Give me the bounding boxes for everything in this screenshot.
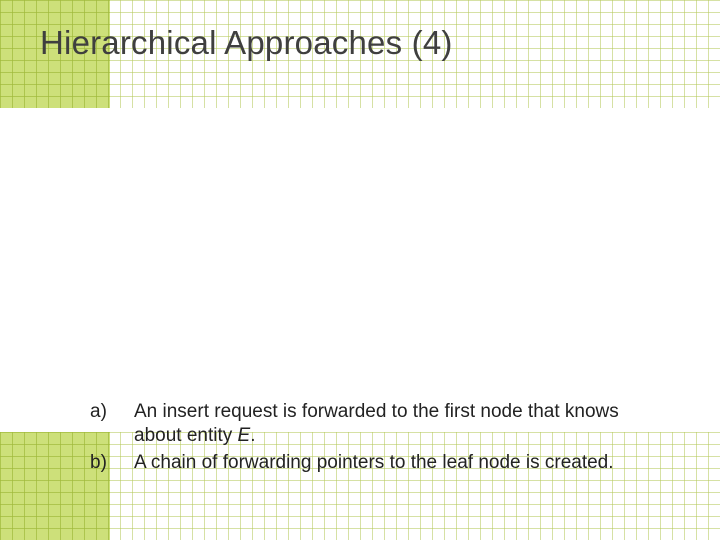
list-marker-b: b) [90, 451, 134, 475]
list-text-b-before: A chain of forwarding pointers to the le… [134, 452, 614, 473]
page-title: Hierarchical Approaches (4) [40, 24, 453, 62]
list-marker-a: a) [90, 400, 134, 449]
list-item: b) A chain of forwarding pointers to the… [90, 451, 660, 475]
list-text-a-before: An insert request is forwarded to the fi… [134, 401, 619, 446]
list-item: a) An insert request is forwarded to the… [90, 400, 660, 449]
entity-symbol: E [238, 425, 251, 446]
list-text-b: A chain of forwarding pointers to the le… [134, 451, 660, 475]
list-text-a-after: . [250, 425, 255, 446]
list-text-a: An insert request is forwarded to the fi… [134, 400, 660, 449]
body-list: a) An insert request is forwarded to the… [90, 400, 660, 477]
